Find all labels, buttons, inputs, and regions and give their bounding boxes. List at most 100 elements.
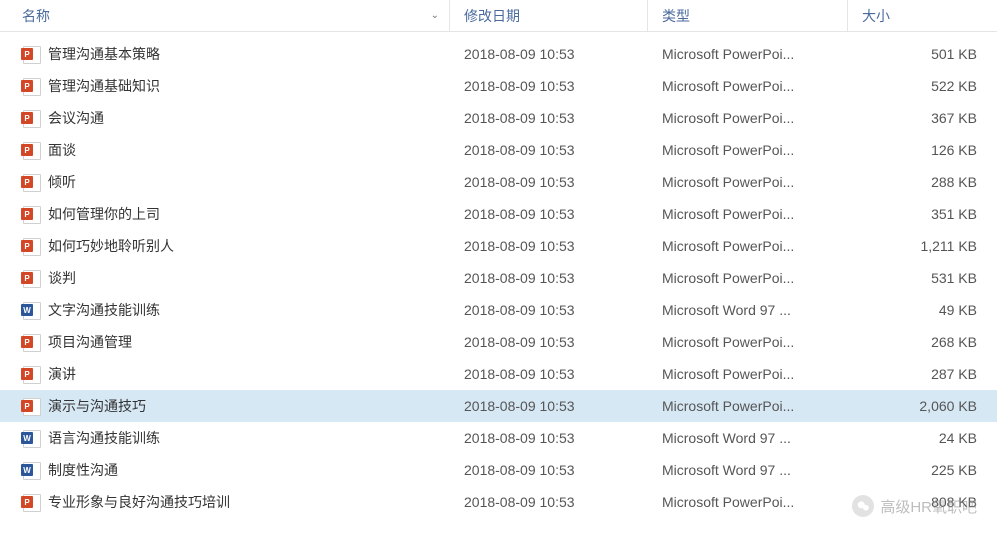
file-name-label: 倾听 xyxy=(48,172,76,192)
column-header-size[interactable]: 大小 xyxy=(848,0,997,31)
file-date-cell: 2018-08-09 10:53 xyxy=(450,334,648,350)
file-row[interactable]: 如何管理你的上司2018-08-09 10:53Microsoft PowerP… xyxy=(0,198,997,230)
file-type-cell: Microsoft PowerPoi... xyxy=(648,494,848,510)
wechat-icon xyxy=(852,495,874,517)
powerpoint-file-icon xyxy=(22,77,40,95)
powerpoint-file-icon xyxy=(22,237,40,255)
file-date-cell: 2018-08-09 10:53 xyxy=(450,238,648,254)
file-name-label: 谈判 xyxy=(48,268,76,288)
file-name-label: 项目沟通管理 xyxy=(48,332,132,352)
file-name-label: 会议沟通 xyxy=(48,108,104,128)
file-size-cell: 24 KB xyxy=(848,430,997,446)
column-header-date[interactable]: 修改日期 xyxy=(450,0,648,31)
file-date-cell: 2018-08-09 10:53 xyxy=(450,46,648,62)
powerpoint-file-icon xyxy=(22,333,40,351)
file-name-label: 语言沟通技能训练 xyxy=(48,428,160,448)
file-type-cell: Microsoft PowerPoi... xyxy=(648,46,848,62)
file-name-cell: 谈判 xyxy=(0,268,450,288)
file-date-cell: 2018-08-09 10:53 xyxy=(450,78,648,94)
file-type-cell: Microsoft PowerPoi... xyxy=(648,78,848,94)
file-row[interactable]: 专业形象与良好沟通技巧培训2018-08-09 10:53Microsoft P… xyxy=(0,486,997,518)
powerpoint-file-icon xyxy=(22,45,40,63)
file-name-cell: 专业形象与良好沟通技巧培训 xyxy=(0,492,450,512)
file-name-label: 演示与沟通技巧 xyxy=(48,396,146,416)
file-date-cell: 2018-08-09 10:53 xyxy=(450,398,648,414)
file-row[interactable]: 管理沟通基础知识 2018-08-09 10:53Microsoft PowerP… xyxy=(0,70,997,102)
file-type-cell: Microsoft Word 97 ... xyxy=(648,462,848,478)
file-size-cell: 225 KB xyxy=(848,462,997,478)
file-size-cell: 351 KB xyxy=(848,206,997,222)
powerpoint-file-icon xyxy=(22,173,40,191)
file-row[interactable]: 文字沟通技能训练 2018-08-09 10:53Microsoft Word 9… xyxy=(0,294,997,326)
file-row[interactable]: 如何巧妙地聆听别人2018-08-09 10:53Microsoft Power… xyxy=(0,230,997,262)
file-name-label: 管理沟通基本策略 xyxy=(48,44,160,64)
file-name-cell: 演示与沟通技巧 xyxy=(0,396,450,416)
column-header-type[interactable]: 类型 xyxy=(648,0,848,31)
file-row[interactable]: 谈判2018-08-09 10:53Microsoft PowerPoi...5… xyxy=(0,262,997,294)
file-row[interactable]: 演讲 2018-08-09 10:53Microsoft PowerPoi...2… xyxy=(0,358,997,390)
file-name-cell: 演讲 xyxy=(0,364,450,384)
file-name-label: 专业形象与良好沟通技巧培训 xyxy=(48,492,230,512)
file-row[interactable]: 倾听 2018-08-09 10:53Microsoft PowerPoi...2… xyxy=(0,166,997,198)
file-type-cell: Microsoft PowerPoi... xyxy=(648,270,848,286)
file-size-cell: 126 KB xyxy=(848,142,997,158)
powerpoint-file-icon xyxy=(22,205,40,223)
file-date-cell: 2018-08-09 10:53 xyxy=(450,430,648,446)
file-name-cell: 制度性沟通 xyxy=(0,460,450,480)
word-file-icon xyxy=(22,301,40,319)
file-row[interactable]: 面谈2018-08-09 10:53Microsoft PowerPoi...1… xyxy=(0,134,997,166)
file-name-cell: 语言沟通技能训练 xyxy=(0,428,450,448)
file-name-cell: 管理沟通基础知识 xyxy=(0,76,450,96)
file-row[interactable]: 演示与沟通技巧 2018-08-09 10:53Microsoft PowerPo… xyxy=(0,390,997,422)
powerpoint-file-icon xyxy=(22,269,40,287)
file-name-cell: 项目沟通管理 xyxy=(0,332,450,352)
file-size-cell: 288 KB xyxy=(848,174,997,190)
file-name-cell: 文字沟通技能训练 xyxy=(0,300,450,320)
file-date-cell: 2018-08-09 10:53 xyxy=(450,174,648,190)
column-label-size: 大小 xyxy=(862,6,890,26)
file-name-label: 演讲 xyxy=(48,364,76,384)
file-size-cell: 531 KB xyxy=(848,270,997,286)
file-date-cell: 2018-08-09 10:53 xyxy=(450,462,648,478)
column-label-type: 类型 xyxy=(662,6,690,26)
file-row[interactable]: 会议沟通 2018-08-09 10:53Microsoft PowerPoi..… xyxy=(0,102,997,134)
file-type-cell: Microsoft PowerPoi... xyxy=(648,238,848,254)
file-type-cell: Microsoft PowerPoi... xyxy=(648,398,848,414)
file-type-cell: Microsoft PowerPoi... xyxy=(648,110,848,126)
watermark: 高级HR氧职吧 xyxy=(852,495,977,517)
column-header: 名称 ⌄ 修改日期 类型 大小 xyxy=(0,0,997,32)
file-row[interactable]: 管理沟通基本策略 2018-08-09 10:53Microsoft PowerP… xyxy=(0,38,997,70)
file-name-label: 制度性沟通 xyxy=(48,460,118,480)
powerpoint-file-icon xyxy=(22,493,40,511)
file-name-label: 如何管理你的上司 xyxy=(48,204,160,224)
file-date-cell: 2018-08-09 10:53 xyxy=(450,302,648,318)
file-type-cell: Microsoft PowerPoi... xyxy=(648,366,848,382)
file-name-cell: 倾听 xyxy=(0,172,450,192)
file-row[interactable]: 制度性沟通 2018-08-09 10:53Microsoft Word 97 .… xyxy=(0,454,997,486)
file-type-cell: Microsoft Word 97 ... xyxy=(648,302,848,318)
file-name-label: 文字沟通技能训练 xyxy=(48,300,160,320)
file-type-cell: Microsoft PowerPoi... xyxy=(648,174,848,190)
file-type-cell: Microsoft PowerPoi... xyxy=(648,142,848,158)
file-row[interactable]: 语言沟通技能训练 2018-08-09 10:53Microsoft Word 9… xyxy=(0,422,997,454)
column-label-date: 修改日期 xyxy=(464,6,520,26)
column-header-name[interactable]: 名称 ⌄ xyxy=(0,0,450,31)
file-size-cell: 287 KB xyxy=(848,366,997,382)
file-size-cell: 522 KB xyxy=(848,78,997,94)
file-size-cell: 2,060 KB xyxy=(848,398,997,414)
file-name-label: 管理沟通基础知识 xyxy=(48,76,160,96)
file-size-cell: 1,211 KB xyxy=(848,238,997,254)
file-date-cell: 2018-08-09 10:53 xyxy=(450,110,648,126)
word-file-icon xyxy=(22,429,40,447)
file-name-cell: 如何巧妙地聆听别人 xyxy=(0,236,450,256)
file-row[interactable]: 项目沟通管理2018-08-09 10:53Microsoft PowerPoi… xyxy=(0,326,997,358)
file-size-cell: 367 KB xyxy=(848,110,997,126)
file-date-cell: 2018-08-09 10:53 xyxy=(450,366,648,382)
powerpoint-file-icon xyxy=(22,141,40,159)
sort-indicator-icon: ⌄ xyxy=(431,10,439,21)
column-label-name: 名称 xyxy=(22,6,50,26)
file-type-cell: Microsoft Word 97 ... xyxy=(648,430,848,446)
file-type-cell: Microsoft PowerPoi... xyxy=(648,206,848,222)
file-size-cell: 501 KB xyxy=(848,46,997,62)
file-list: 管理沟通基本策略2018-08-09 10:53Microsoft PowerP… xyxy=(0,32,997,518)
